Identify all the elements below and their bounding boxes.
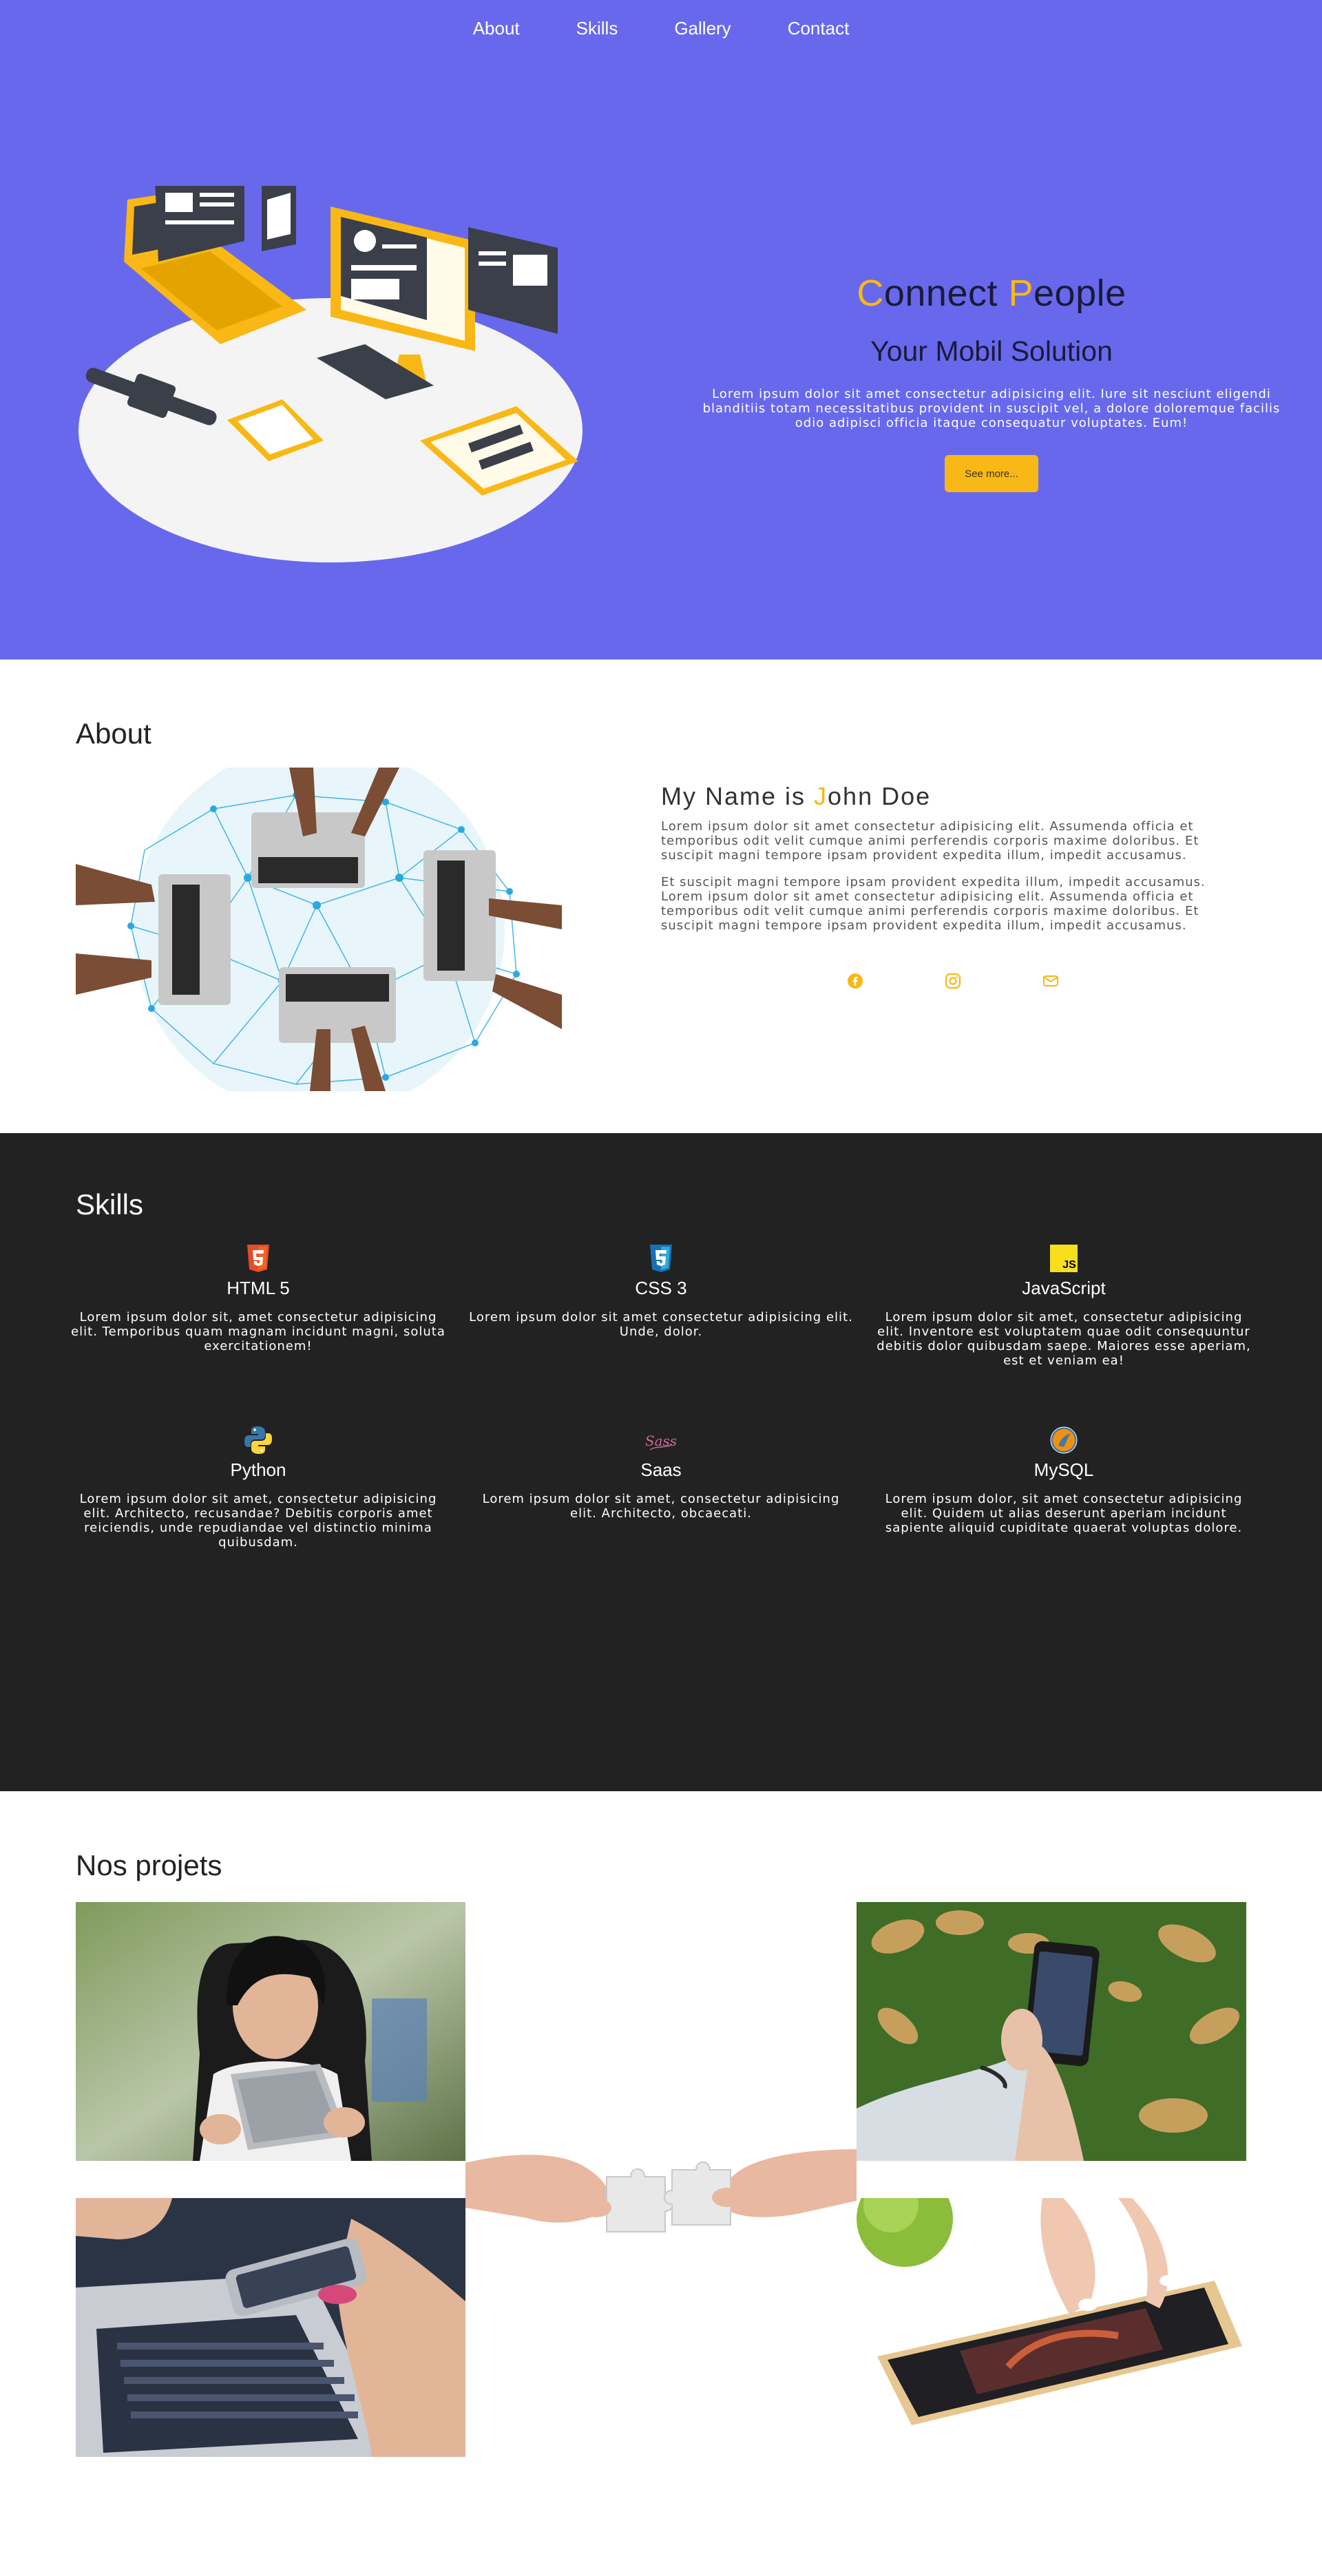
mysql-icon — [1050, 1426, 1078, 1454]
hero-section: About Skills Gallery Contact Connect Peo… — [0, 0, 1322, 659]
skill-name-javascript: JavaScript — [1022, 1278, 1106, 1298]
about-paragraph-1: Lorem ipsum dolor sit amet consectetur a… — [661, 819, 1199, 863]
html5-icon — [247, 1245, 269, 1272]
projects-title: Nos projets — [76, 1849, 222, 1881]
project-photo-laptop-phone[interactable] — [76, 2198, 465, 2457]
project-photo-phone-apple[interactable] — [857, 2198, 1246, 2457]
hero-title: Connect People — [857, 273, 1126, 314]
skill-desc-sass: Lorem ipsum dolor sit amet, consectetur … — [482, 1492, 840, 1521]
main-nav: About Skills Gallery Contact — [0, 18, 1322, 39]
social-links — [847, 973, 1059, 989]
skill-card-html5: HTML 5 Lorem ipsum dolor sit, amet conse… — [65, 1243, 451, 1353]
nav-contact-link[interactable]: Contact — [788, 18, 850, 39]
project-photo-puzzle-hands[interactable] — [465, 2087, 857, 2335]
skill-desc-html5: Lorem ipsum dolor sit, amet consectetur … — [71, 1310, 445, 1353]
skill-card-python: Python Lorem ipsum dolor sit amet, conse… — [65, 1425, 451, 1550]
javascript-icon: JS — [1050, 1245, 1078, 1272]
sass-icon: Sass — [646, 1433, 676, 1450]
about-name-heading: My Name is John Doe — [661, 782, 932, 810]
skill-name-css3: CSS 3 — [635, 1278, 687, 1298]
skill-card-javascript: JS JavaScript Lorem ipsum dolor sit amet… — [871, 1243, 1257, 1368]
skills-section: Skills HTML 5 Lorem ipsum dolor sit, ame… — [0, 1133, 1322, 1791]
hero-paragraph: Lorem ipsum dolor sit amet consectetur a… — [702, 387, 1281, 430]
hero-text-block: Connect People Your Mobil Solution Lorem… — [702, 272, 1281, 492]
project-photo-phone-grass[interactable] — [857, 1902, 1246, 2161]
svg-text:JS: JS — [1062, 1259, 1076, 1271]
instagram-icon[interactable] — [945, 973, 961, 989]
about-section: About My Name is John Doe Lorem ipsum do… — [0, 659, 1322, 1133]
skill-desc-css3: Lorem ipsum dolor sit amet consectetur a… — [469, 1310, 853, 1339]
skill-card-mysql: MySQL Lorem ipsum dolor, sit amet consec… — [871, 1425, 1257, 1535]
email-icon[interactable] — [1042, 973, 1059, 989]
skill-name-html5: HTML 5 — [227, 1278, 290, 1298]
projects-section: Nos projets — [0, 1791, 1322, 2576]
skill-name-sass: Saas — [640, 1459, 682, 1480]
nav-gallery-link[interactable]: Gallery — [674, 18, 731, 39]
about-paragraph-2: Et suscipit magni tempore ipsam providen… — [661, 875, 1206, 933]
about-network-photo — [76, 768, 562, 1091]
css3-icon — [650, 1245, 672, 1272]
nav-skills-link[interactable]: Skills — [576, 18, 618, 39]
skill-desc-javascript: Lorem ipsum dolor sit amet, consectetur … — [877, 1310, 1251, 1368]
skill-card-css3: CSS 3 Lorem ipsum dolor sit amet consect… — [468, 1243, 854, 1339]
skill-desc-python: Lorem ipsum dolor sit amet, consectetur … — [79, 1492, 437, 1550]
python-icon — [244, 1426, 272, 1454]
devices-isometric-illustration — [78, 186, 583, 562]
see-more-button[interactable]: See more... — [945, 455, 1038, 492]
nav-about-link[interactable]: About — [473, 18, 520, 39]
skill-name-python: Python — [230, 1459, 286, 1480]
skill-desc-mysql: Lorem ipsum dolor, sit amet consectetur … — [885, 1492, 1243, 1535]
about-title: About — [76, 717, 151, 750]
skills-title: Skills — [76, 1188, 144, 1221]
about-text-block: My Name is John Doe Lorem ipsum dolor si… — [661, 782, 1236, 933]
skill-name-mysql: MySQL — [1034, 1459, 1094, 1480]
hero-subtitle: Your Mobil Solution — [870, 335, 1113, 367]
project-photo-woman-tablet[interactable] — [76, 1902, 465, 2161]
skill-card-sass: Sass Saas Lorem ipsum dolor sit amet, co… — [468, 1425, 854, 1521]
facebook-icon[interactable] — [847, 973, 863, 989]
